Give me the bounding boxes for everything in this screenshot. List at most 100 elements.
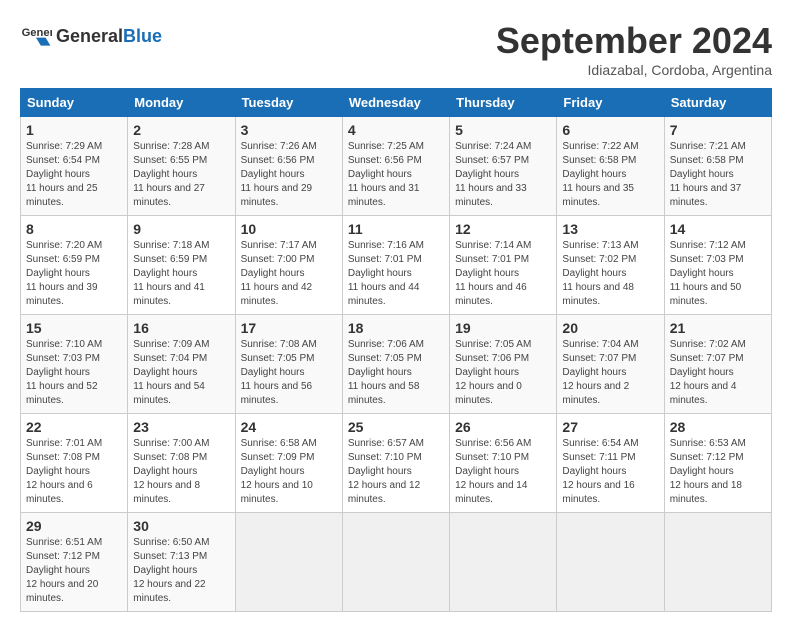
calendar-cell: 1 Sunrise: 7:29 AMSunset: 6:54 PMDaylight… — [21, 117, 128, 216]
day-info: Sunrise: 7:12 AMSunset: 7:03 PMDaylight … — [670, 239, 766, 309]
page-header: General GeneralBlue September 2024 Idiaz… — [20, 20, 772, 78]
title-block: September 2024 Idiazabal, Cordoba, Argen… — [496, 20, 772, 78]
calendar-cell: 18 Sunrise: 7:06 AMSunset: 7:05 PMDayligh… — [342, 315, 449, 414]
calendar-cell: 26 Sunrise: 6:56 AMSunset: 7:10 PMDayligh… — [450, 414, 557, 513]
week-row-4: 22Sunrise: 7:01 AMSunset: 7:08 PMDayligh… — [21, 414, 772, 513]
calendar-cell: 16 Sunrise: 7:09 AMSunset: 7:04 PMDayligh… — [128, 315, 235, 414]
day-info: Sunrise: 7:10 AMSunset: 7:03 PMDaylight … — [26, 338, 122, 408]
calendar-cell: 30 Sunrise: 6:50 AMSunset: 7:13 PMDayligh… — [128, 513, 235, 612]
day-number: 3 — [241, 122, 337, 138]
logo-blue-text: Blue — [123, 26, 162, 46]
week-row-3: 15 Sunrise: 7:10 AMSunset: 7:03 PMDayligh… — [21, 315, 772, 414]
day-info: Sunrise: 6:51 AMSunset: 7:12 PMDaylight … — [26, 536, 122, 606]
svg-text:General: General — [22, 27, 52, 39]
day-number: 16 — [133, 320, 229, 336]
calendar-cell: 9 Sunrise: 7:18 AMSunset: 6:59 PMDaylight… — [128, 216, 235, 315]
day-info: Sunrise: 7:13 AMSunset: 7:02 PMDaylight … — [562, 239, 658, 309]
day-number: 15 — [26, 320, 122, 336]
calendar-cell: 2Sunrise: 7:28 AMSunset: 6:55 PMDaylight… — [128, 117, 235, 216]
calendar-cell — [342, 513, 449, 612]
calendar-cell — [557, 513, 664, 612]
calendar-cell: 24 Sunrise: 6:58 AMSunset: 7:09 PMDayligh… — [235, 414, 342, 513]
weekday-header-row: SundayMondayTuesdayWednesdayThursdayFrid… — [21, 89, 772, 117]
day-info: Sunrise: 7:06 AMSunset: 7:05 PMDaylight … — [348, 338, 444, 408]
calendar-cell: 23Sunrise: 7:00 AMSunset: 7:08 PMDayligh… — [128, 414, 235, 513]
weekday-header-tuesday: Tuesday — [235, 89, 342, 117]
logo-general-text: General — [56, 26, 123, 46]
calendar-cell: 22Sunrise: 7:01 AMSunset: 7:08 PMDayligh… — [21, 414, 128, 513]
day-info: Sunrise: 6:53 AMSunset: 7:12 PMDaylight … — [670, 437, 766, 507]
weekday-header-monday: Monday — [128, 89, 235, 117]
calendar-cell: 17Sunrise: 7:08 AMSunset: 7:05 PMDayligh… — [235, 315, 342, 414]
day-info: Sunrise: 7:00 AMSunset: 7:08 PMDaylight … — [133, 437, 229, 507]
weekday-header-sunday: Sunday — [21, 89, 128, 117]
calendar-cell: 15 Sunrise: 7:10 AMSunset: 7:03 PMDayligh… — [21, 315, 128, 414]
day-info: Sunrise: 7:18 AMSunset: 6:59 PMDaylight … — [133, 239, 229, 309]
calendar-cell: 5 Sunrise: 7:24 AMSunset: 6:57 PMDaylight… — [450, 117, 557, 216]
day-number: 9 — [133, 221, 229, 237]
day-info: Sunrise: 7:29 AMSunset: 6:54 PMDaylight … — [26, 140, 122, 210]
day-info: Sunrise: 7:04 AMSunset: 7:07 PMDaylight … — [562, 338, 658, 408]
calendar-cell: 27 Sunrise: 6:54 AMSunset: 7:11 PMDayligh… — [557, 414, 664, 513]
calendar-cell: 11Sunrise: 7:16 AMSunset: 7:01 PMDayligh… — [342, 216, 449, 315]
day-info: Sunrise: 7:16 AMSunset: 7:01 PMDaylight … — [348, 239, 444, 309]
day-number: 19 — [455, 320, 551, 336]
location-subtitle: Idiazabal, Cordoba, Argentina — [496, 62, 772, 78]
day-info: Sunrise: 7:28 AMSunset: 6:55 PMDaylight … — [133, 140, 229, 210]
calendar-cell: 25 Sunrise: 6:57 AMSunset: 7:10 PMDayligh… — [342, 414, 449, 513]
day-info: Sunrise: 7:22 AMSunset: 6:58 PMDaylight … — [562, 140, 658, 210]
calendar-cell — [235, 513, 342, 612]
calendar-cell: 6Sunrise: 7:22 AMSunset: 6:58 PMDaylight… — [557, 117, 664, 216]
day-number: 21 — [670, 320, 766, 336]
week-row-2: 8 Sunrise: 7:20 AMSunset: 6:59 PMDaylight… — [21, 216, 772, 315]
day-number: 1 — [26, 122, 122, 138]
weekday-header-friday: Friday — [557, 89, 664, 117]
day-number: 4 — [348, 122, 444, 138]
day-number: 26 — [455, 419, 551, 435]
calendar-cell — [664, 513, 771, 612]
calendar-cell: 29Sunrise: 6:51 AMSunset: 7:12 PMDayligh… — [21, 513, 128, 612]
calendar-cell: 8 Sunrise: 7:20 AMSunset: 6:59 PMDaylight… — [21, 216, 128, 315]
logo-icon: General — [20, 20, 52, 52]
weekday-header-saturday: Saturday — [664, 89, 771, 117]
day-number: 30 — [133, 518, 229, 534]
day-info: Sunrise: 7:02 AMSunset: 7:07 PMDaylight … — [670, 338, 766, 408]
day-info: Sunrise: 6:56 AMSunset: 7:10 PMDaylight … — [455, 437, 551, 507]
calendar-cell: 28 Sunrise: 6:53 AMSunset: 7:12 PMDayligh… — [664, 414, 771, 513]
day-info: Sunrise: 6:54 AMSunset: 7:11 PMDaylight … — [562, 437, 658, 507]
day-number: 5 — [455, 122, 551, 138]
week-row-5: 29Sunrise: 6:51 AMSunset: 7:12 PMDayligh… — [21, 513, 772, 612]
day-info: Sunrise: 7:20 AMSunset: 6:59 PMDaylight … — [26, 239, 122, 309]
day-info: Sunrise: 6:58 AMSunset: 7:09 PMDaylight … — [241, 437, 337, 507]
day-info: Sunrise: 7:21 AMSunset: 6:58 PMDaylight … — [670, 140, 766, 210]
week-row-1: 1 Sunrise: 7:29 AMSunset: 6:54 PMDaylight… — [21, 117, 772, 216]
day-number: 20 — [562, 320, 658, 336]
day-number: 25 — [348, 419, 444, 435]
calendar-cell: 21 Sunrise: 7:02 AMSunset: 7:07 PMDayligh… — [664, 315, 771, 414]
calendar-cell: 10Sunrise: 7:17 AMSunset: 7:00 PMDayligh… — [235, 216, 342, 315]
day-number: 17 — [241, 320, 337, 336]
day-info: Sunrise: 7:14 AMSunset: 7:01 PMDaylight … — [455, 239, 551, 309]
day-info: Sunrise: 6:50 AMSunset: 7:13 PMDaylight … — [133, 536, 229, 606]
day-number: 13 — [562, 221, 658, 237]
day-info: Sunrise: 7:25 AMSunset: 6:56 PMDaylight … — [348, 140, 444, 210]
day-number: 22 — [26, 419, 122, 435]
calendar-cell: 20 Sunrise: 7:04 AMSunset: 7:07 PMDayligh… — [557, 315, 664, 414]
day-info: Sunrise: 6:57 AMSunset: 7:10 PMDaylight … — [348, 437, 444, 507]
day-number: 27 — [562, 419, 658, 435]
calendar-cell: 3Sunrise: 7:26 AMSunset: 6:56 PMDaylight… — [235, 117, 342, 216]
day-info: Sunrise: 7:09 AMSunset: 7:04 PMDaylight … — [133, 338, 229, 408]
day-number: 8 — [26, 221, 122, 237]
day-info: Sunrise: 7:24 AMSunset: 6:57 PMDaylight … — [455, 140, 551, 210]
calendar-body: 1 Sunrise: 7:29 AMSunset: 6:54 PMDaylight… — [21, 117, 772, 612]
calendar-cell: 14Sunrise: 7:12 AMSunset: 7:03 PMDayligh… — [664, 216, 771, 315]
day-number: 24 — [241, 419, 337, 435]
day-number: 7 — [670, 122, 766, 138]
day-info: Sunrise: 7:17 AMSunset: 7:00 PMDaylight … — [241, 239, 337, 309]
day-info: Sunrise: 7:05 AMSunset: 7:06 PMDaylight … — [455, 338, 551, 408]
day-number: 28 — [670, 419, 766, 435]
day-number: 18 — [348, 320, 444, 336]
calendar-cell: 4 Sunrise: 7:25 AMSunset: 6:56 PMDaylight… — [342, 117, 449, 216]
calendar-cell: 7 Sunrise: 7:21 AMSunset: 6:58 PMDaylight… — [664, 117, 771, 216]
calendar-table: SundayMondayTuesdayWednesdayThursdayFrid… — [20, 88, 772, 612]
